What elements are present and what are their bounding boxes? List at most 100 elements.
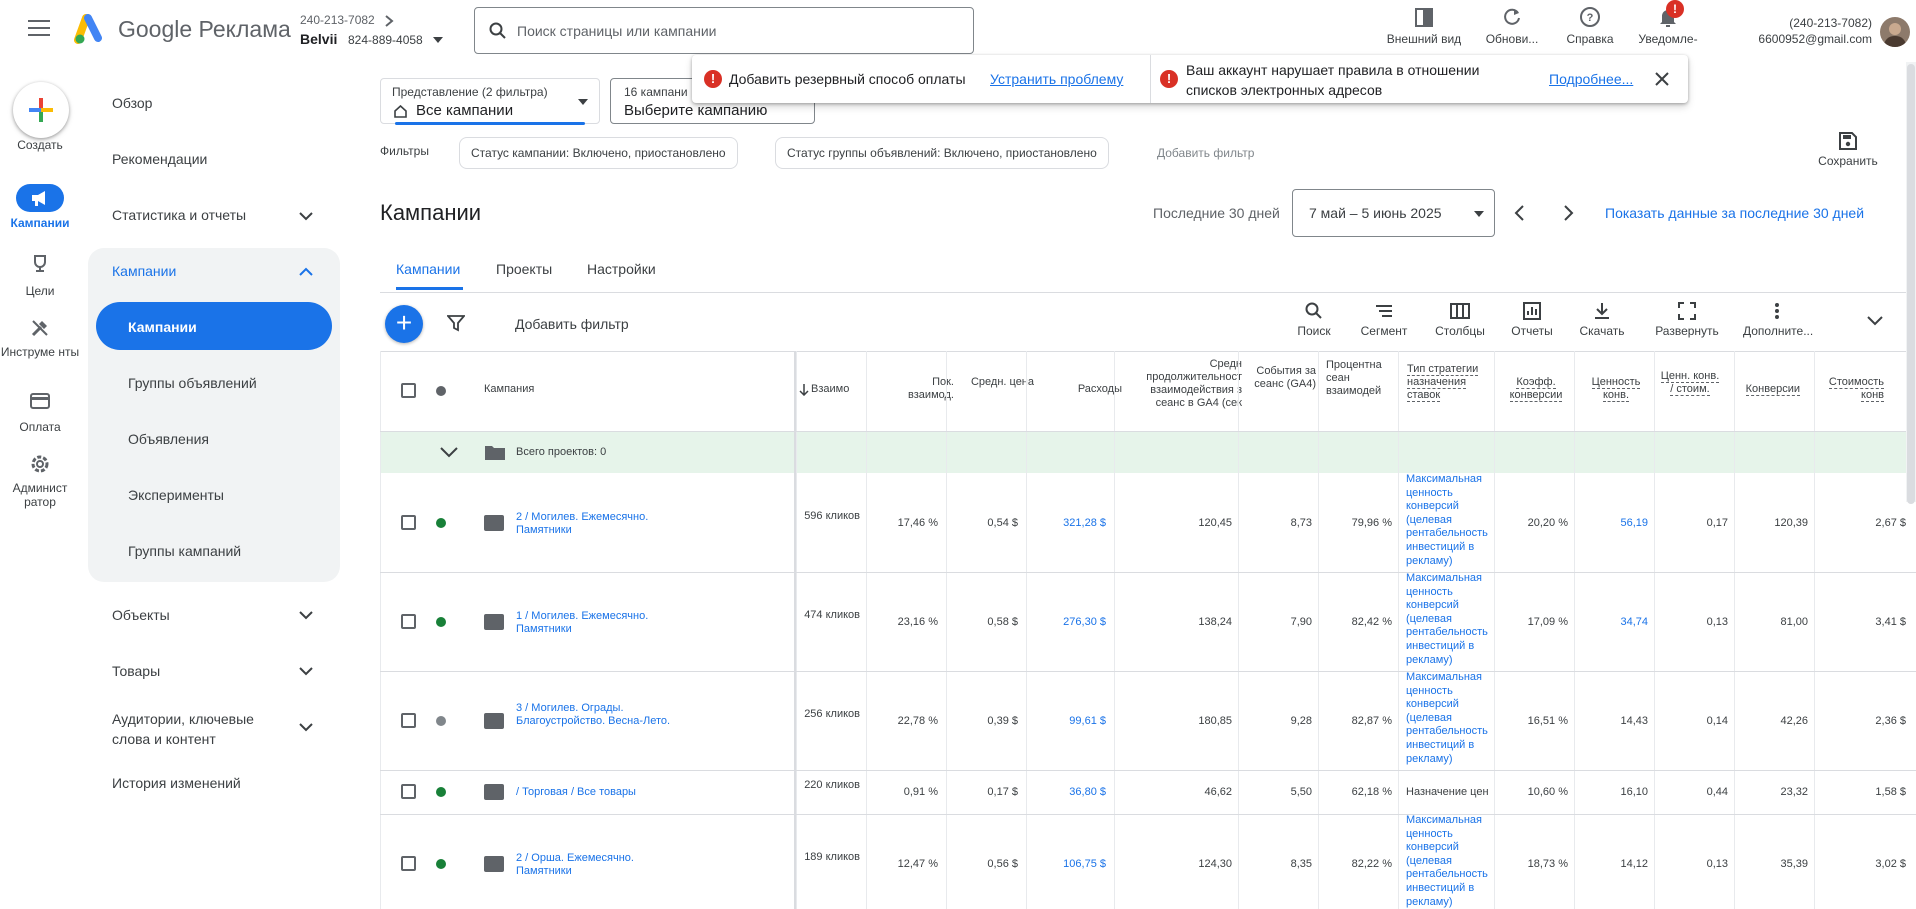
table-row[interactable]: 2 / Орша. Ежемесячно. Памятники 189 клико… [380, 814, 1916, 909]
scrollbar-thumb[interactable] [1907, 64, 1915, 504]
header-campaign[interactable]: Кампания [484, 383, 534, 395]
campaign-name-link[interactable]: 1 / Могилев. Ежемесячно. Памятники [516, 610, 676, 636]
cell-bid-strategy[interactable]: Максимальная ценность конверсий (целевая… [1406, 671, 1496, 770]
toolbar-add-filter[interactable]: Добавить фильтр [515, 316, 629, 332]
tab-settings[interactable]: Настройки [587, 261, 656, 277]
user-phone[interactable]: (240-213-7082) [1700, 16, 1872, 30]
nav-products[interactable]: Товары [112, 663, 160, 679]
table-row[interactable]: 1 / Могилев. Ежемесячно. Памятники 474 кл… [380, 572, 1916, 672]
rail-tools-label[interactable]: Инструме нты [0, 345, 80, 359]
row-checkbox[interactable] [401, 784, 416, 799]
header-conversions[interactable]: Конверсии [1724, 383, 1800, 396]
refresh-button[interactable]: Обнови... [1474, 6, 1550, 46]
nav-change-history[interactable]: История изменений [112, 775, 241, 791]
cell-cost[interactable]: 99,61 $ [1026, 715, 1106, 727]
nav-campaign-groups[interactable]: Группы кампаний [128, 543, 241, 559]
search-box[interactable]: Поиск страницы или кампании [474, 7, 974, 54]
rail-campaigns-pill[interactable] [16, 184, 64, 212]
create-button[interactable] [13, 82, 69, 138]
chevron-right-icon[interactable] [384, 15, 394, 27]
header-bid-strategy[interactable]: Тип стратегии назначения ставок [1407, 363, 1487, 402]
rail-billing-label[interactable]: Оплата [0, 420, 80, 434]
row-checkbox[interactable] [401, 613, 416, 629]
cell-bid-strategy[interactable]: Максимальная ценность конверсий (целевая… [1406, 473, 1496, 572]
row-checkbox[interactable] [401, 855, 416, 871]
table-row[interactable]: / Торговая / Все товары 220 кликов 0,91 % 0… [380, 770, 1916, 815]
account-name[interactable]: Belvii [300, 31, 337, 47]
header-cost[interactable]: Расходы [1052, 383, 1122, 396]
trophy-icon[interactable] [30, 254, 50, 274]
menu-icon[interactable] [28, 20, 50, 38]
appearance-button[interactable]: Внешний вид [1386, 6, 1462, 46]
chevron-down-icon[interactable] [296, 605, 316, 625]
cell-cost[interactable]: 276,30 $ [1026, 616, 1106, 628]
help-button[interactable]: ? Справка [1552, 6, 1628, 46]
tool-columns[interactable]: Столбцы [1422, 302, 1498, 338]
nav-stats[interactable]: Статистика и отчеты [112, 207, 246, 223]
fix-problem-link[interactable]: Устранить проблему [990, 71, 1123, 87]
chevron-up-icon[interactable] [296, 262, 316, 282]
tool-expand[interactable]: Развернуть [1649, 302, 1725, 338]
nav-campaigns-group[interactable]: Кампании [112, 263, 176, 279]
user-email[interactable]: 6600952@gmail.com [1700, 32, 1872, 46]
date-range-picker[interactable]: 7 май – 5 июнь 2025 [1292, 189, 1495, 237]
add-campaign-button[interactable]: + [385, 305, 423, 343]
account-id[interactable]: 240-213-7082 [300, 13, 375, 27]
chevron-left-icon[interactable] [1513, 204, 1527, 222]
nav-campaigns[interactable]: Кампании [128, 319, 197, 335]
header-avg-cost[interactable]: Средн. цена [968, 376, 1034, 389]
nav-assets[interactable]: Объекты [112, 607, 170, 623]
rail-campaigns-label[interactable]: Кампании [0, 216, 80, 230]
filter-icon[interactable] [447, 314, 465, 332]
account-number[interactable]: 824-889-4058 [348, 33, 423, 47]
rail-goals-label[interactable]: Цели [0, 284, 80, 298]
chevron-down-icon[interactable] [296, 206, 316, 226]
nav-ads[interactable]: Объявления [128, 431, 209, 447]
view-selector[interactable]: Представление (2 фильтра) Все кампании [380, 78, 600, 124]
close-icon[interactable] [1655, 72, 1669, 86]
filter-chip-adgroup-status[interactable]: Статус группы объявлений: Включено, прио… [775, 137, 1109, 169]
campaign-name-link[interactable]: 2 / Орша. Ежемесячно. Памятники [516, 852, 676, 878]
header-events-per-session[interactable]: События за сеанс (GA4) [1252, 365, 1316, 391]
cell-cost[interactable]: 36,80 $ [1026, 786, 1106, 798]
table-row[interactable]: 2 / Могилев. Ежемесячно. Памятники 596 кл… [380, 473, 1916, 573]
more-info-link[interactable]: Подробнее... [1549, 71, 1633, 87]
select-all-checkbox[interactable] [401, 383, 416, 398]
header-value-cost[interactable]: Ценн. конв. / стоим. [1660, 370, 1720, 396]
cell-cost[interactable]: 321,28 $ [1026, 517, 1106, 529]
chevron-right-icon[interactable] [1561, 204, 1575, 222]
chevron-down-icon[interactable] [296, 717, 316, 737]
save-button[interactable]: Сохранить [1812, 132, 1884, 168]
nav-overview[interactable]: Обзор [112, 95, 152, 111]
gear-icon[interactable] [29, 453, 51, 475]
nav-ad-groups[interactable]: Группы объявлений [128, 375, 257, 391]
tab-projects[interactable]: Проекты [496, 261, 552, 277]
add-filter-link[interactable]: Добавить фильтр [1157, 146, 1254, 160]
chevron-down-icon[interactable] [440, 446, 458, 458]
cell-cost[interactable]: 106,75 $ [1026, 858, 1106, 870]
tool-more[interactable]: Дополните... [1743, 302, 1815, 338]
table-row[interactable]: 3 / Могилев. Ограды. Благоустройство. Ве… [380, 671, 1916, 771]
paused-status-icon[interactable] [436, 715, 446, 726]
cell-bid-strategy[interactable]: Максимальная ценность конверсий (целевая… [1406, 814, 1496, 909]
cell-conv-value[interactable]: 34,74 [1574, 616, 1648, 628]
avatar[interactable] [1880, 17, 1910, 47]
campaign-name-link[interactable]: 3 / Могилев. Ограды. Благоустройство. Ве… [516, 702, 676, 728]
header-conv-value[interactable]: Ценность конв. [1586, 376, 1646, 402]
header-cost-conv[interactable]: Стоимость конв [1808, 376, 1884, 404]
enabled-status-icon[interactable] [436, 787, 446, 797]
campaign-name-link[interactable]: 2 / Могилев. Ежемесячно. Памятники [516, 511, 676, 537]
filter-chip-campaign-status[interactable]: Статус кампании: Включено, приостановлен… [459, 137, 738, 169]
google-ads-logo[interactable] [74, 14, 108, 46]
rail-admin-label[interactable]: Админист ратор [0, 481, 80, 509]
enabled-status-icon[interactable] [436, 517, 446, 528]
tool-download[interactable]: Скачать [1564, 302, 1640, 338]
caret-down-icon[interactable] [433, 37, 443, 43]
enabled-status-icon[interactable] [436, 858, 446, 869]
nav-audiences[interactable]: Аудитории, ключевые слова и контент [112, 709, 292, 749]
enabled-status-icon[interactable] [436, 616, 446, 627]
nav-recommendations[interactable]: Рекомендации [112, 151, 207, 167]
row-checkbox[interactable] [401, 514, 416, 530]
nav-experiments[interactable]: Эксперименты [128, 487, 224, 503]
row-checkbox[interactable] [401, 712, 416, 728]
